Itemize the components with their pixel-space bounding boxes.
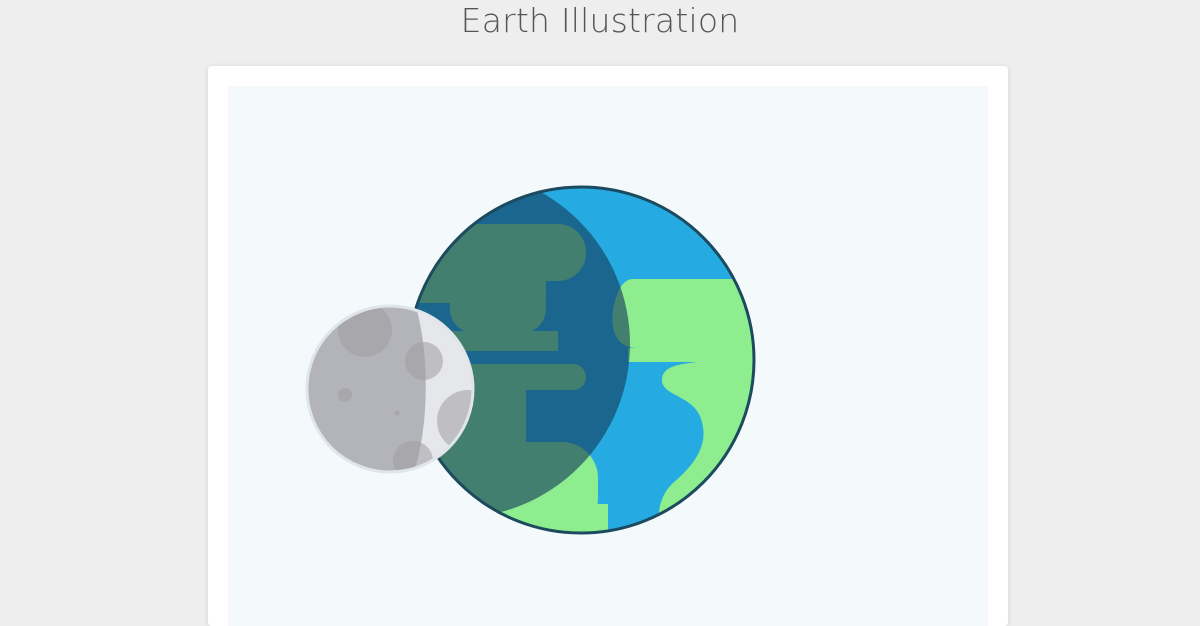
moon-crater-small <box>338 388 352 402</box>
earth-illustration <box>305 185 756 535</box>
page-title: Earth Illustration <box>460 1 740 40</box>
earth-inlet-arm <box>628 348 703 362</box>
moon-crater-right <box>405 342 443 380</box>
illustration-canvas <box>228 86 988 626</box>
moon-crater-dot <box>394 410 400 416</box>
moon-crater-bottom <box>393 441 433 472</box>
illustration-card <box>208 66 1008 626</box>
